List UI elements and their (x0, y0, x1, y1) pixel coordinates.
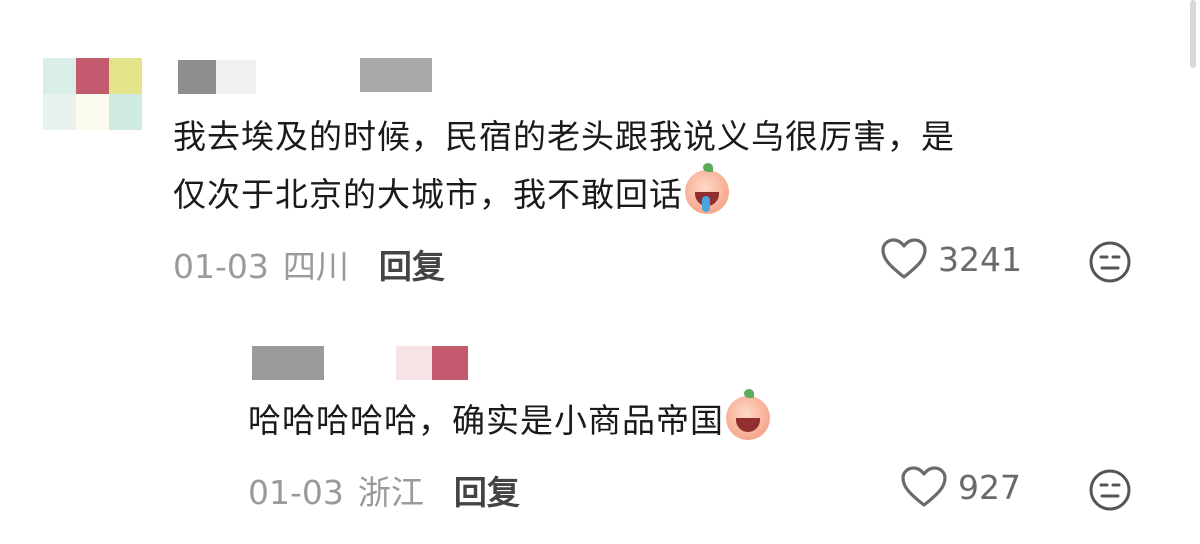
like-count: 927 (958, 467, 1021, 507)
like-button[interactable]: 927 (900, 465, 1021, 509)
comment-location: 浙江 (357, 473, 424, 512)
avatar[interactable] (43, 58, 143, 130)
comment-date: 01-03 (248, 473, 344, 512)
comment-location: 四川 (282, 247, 349, 286)
scrollbar-thumb[interactable] (1190, 0, 1196, 68)
crying-laughing-emoji-icon (685, 163, 729, 214)
comment-text: 我去埃及的时候，民宿的老头跟我说义乌很厉害，是 仅次于北京的大城市，我不敢回话 (173, 108, 1153, 224)
like-count: 3241 (938, 239, 1022, 279)
like-button[interactable]: 3241 (880, 237, 1022, 281)
username-blur (216, 60, 256, 94)
comment-text-line: 我去埃及的时候，民宿的老头跟我说义乌很厉害，是 (173, 117, 955, 156)
laughing-emoji-icon (726, 389, 770, 440)
comment-text-segment: 哈哈哈哈哈，确实是小商品帝国 (248, 401, 724, 440)
comment-text-segment: 仅次于北京的大城市，我不敢回话 (173, 175, 683, 214)
username-blur (432, 346, 468, 380)
comment-text-line: 哈哈哈哈哈，确实是小商品帝国 (248, 389, 1148, 450)
comment-text-line: 仅次于北京的大城市，我不敢回话 (173, 163, 1153, 224)
comment-meta: 01-03 四川 回复 (173, 240, 445, 288)
username[interactable] (178, 60, 216, 94)
comment-date: 01-03 (173, 247, 269, 286)
reply-button[interactable]: 回复 (379, 247, 445, 286)
dislike-face-icon[interactable] (1088, 468, 1132, 512)
reply-button[interactable]: 回复 (454, 473, 520, 512)
comment-text: 哈哈哈哈哈，确实是小商品帝国 (248, 389, 1148, 450)
dislike-face-icon[interactable] (1088, 240, 1132, 284)
heart-icon (881, 238, 927, 279)
heart-icon (901, 466, 947, 507)
comment-meta: 01-03 浙江 回复 (248, 466, 520, 514)
username[interactable] (252, 346, 324, 380)
username-blur (396, 346, 432, 380)
username-blur (360, 58, 432, 92)
